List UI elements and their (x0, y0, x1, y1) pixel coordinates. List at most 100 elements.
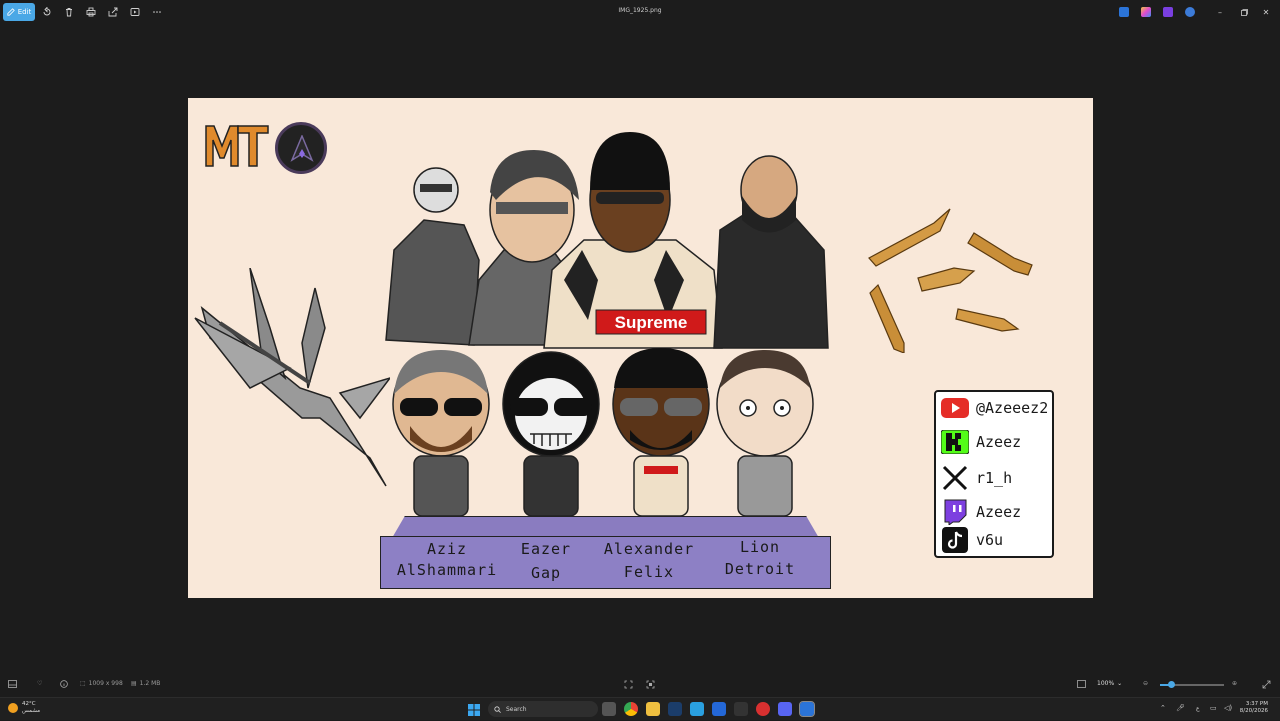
task-view-icon[interactable] (602, 702, 616, 716)
supreme-shirt-logo: Supreme (615, 313, 688, 332)
zoom-out-icon[interactable]: ⊖ (1143, 680, 1148, 687)
chevron-up-icon[interactable]: ⌃ (1160, 704, 1166, 712)
operator-name-last: AlShammari (396, 561, 498, 579)
edit-button[interactable]: Edit (3, 3, 35, 21)
ammo-illustration (868, 208, 1033, 353)
filmstrip-icon[interactable] (8, 680, 17, 688)
top-toolbar: Edit IMG_1925.png – ✕ (0, 0, 1280, 24)
social-handle: r1_h (976, 469, 1013, 487)
date: 8/20/2026 (1239, 708, 1268, 714)
mt-logo (205, 125, 269, 167)
discord-icon[interactable] (778, 702, 792, 716)
chevron-down-icon: ⌄ (1117, 680, 1123, 687)
zoom-slider-thumb[interactable] (1168, 681, 1176, 688)
social-handle: @Azeeez2 (976, 399, 1049, 417)
operator-name-first: Alexander (603, 540, 695, 558)
volume-icon[interactable]: ◁) (1224, 704, 1232, 712)
pedestal-top (392, 516, 819, 538)
operator-name-first: Lion (739, 538, 781, 556)
file-title: IMG_1925.png (618, 7, 662, 14)
weather-widget[interactable]: 42°C مشمس (8, 701, 40, 715)
social-handle: Azeez (976, 503, 1022, 521)
search-icon (494, 705, 501, 713)
weather-temp: 42°C (22, 701, 36, 707)
kick-icon (940, 429, 970, 455)
view-mode-icon[interactable] (1077, 680, 1086, 688)
chibi-figures-illustration (392, 348, 814, 530)
sun-icon (8, 703, 18, 713)
edit-button-label: Edit (17, 8, 32, 16)
zoom-slider[interactable] (1160, 681, 1224, 688)
x-icon (940, 465, 970, 491)
favorite-heart-icon[interactable]: ♡ (37, 680, 42, 687)
zoom-in-icon[interactable]: ⊕ (1232, 680, 1237, 687)
social-row-twitch: Azeez (940, 498, 1021, 526)
zoom-dropdown[interactable]: 100% ⌄ (1097, 680, 1122, 687)
delete-icon[interactable] (63, 6, 75, 18)
zoom-level: 100% (1097, 680, 1115, 687)
tiktok-icon (940, 527, 970, 553)
time: 3:37 PM (1245, 701, 1268, 707)
copilot-app-icon[interactable] (1141, 7, 1151, 17)
info-icon[interactable] (60, 680, 68, 688)
social-links-card: @Azeeez2 Azeez r1_h Azeez v6u (934, 390, 1054, 558)
team-emblem (275, 122, 327, 174)
clock[interactable]: 3:37 PM 8/20/2026 (1236, 701, 1268, 715)
file-size-text: 1.2 MB (139, 680, 161, 687)
pencil-icon (7, 8, 15, 16)
social-row-tiktok: v6u (940, 526, 1003, 554)
image-dimensions: ⬚ 1009 x 998 (80, 680, 123, 687)
operator-name-last: Detroit (724, 560, 796, 578)
rotate-icon[interactable] (41, 6, 53, 18)
youtube-icon (940, 395, 970, 421)
slideshow-icon[interactable] (129, 6, 141, 18)
operator-name-first: Aziz (426, 540, 468, 558)
more-options-icon[interactable] (151, 6, 163, 18)
social-row-x: r1_h (940, 464, 1012, 492)
mail-icon[interactable] (712, 702, 726, 716)
photos-icon[interactable] (799, 701, 815, 717)
dimensions-text: 1009 x 998 (88, 680, 123, 687)
fit-to-window-icon[interactable] (624, 680, 633, 689)
file-explorer-icon[interactable] (646, 702, 660, 716)
designer-app-icon[interactable] (1119, 7, 1129, 17)
twitch-icon (940, 499, 970, 525)
image-canvas: Supreme Aziz AlShammari Eazer Gap Alexan… (188, 98, 1093, 598)
share-icon[interactable] (107, 6, 119, 18)
app-icon[interactable] (756, 702, 770, 716)
windows-start-icon[interactable] (467, 702, 481, 716)
dimensions-icon: ⬚ (80, 680, 86, 687)
app-icon[interactable] (734, 702, 748, 716)
social-row-youtube: @Azeeez2 (940, 394, 1048, 422)
operator-name-last: Gap (530, 564, 562, 582)
maximize-icon[interactable] (1237, 5, 1251, 19)
file-size-icon: ▤ (131, 680, 137, 687)
operator-name-last: Felix (623, 563, 675, 581)
file-size: ▤ 1.2 MB (131, 680, 160, 687)
fighter-jet-illustration (194, 268, 390, 487)
social-handle: Azeez (976, 433, 1022, 451)
photos-app-window: Edit IMG_1925.png – ✕ Supreme Aziz AlSha… (0, 0, 1280, 697)
search-placeholder: Search (506, 705, 527, 713)
store-icon[interactable] (690, 702, 704, 716)
operators-illustration: Supreme (385, 132, 829, 349)
minimize-icon[interactable]: – (1213, 5, 1227, 19)
steam-icon[interactable] (668, 702, 682, 716)
chrome-icon[interactable] (624, 702, 638, 716)
name-pedestal: Aziz AlShammari Eazer Gap Alexander Feli… (380, 516, 831, 590)
actual-size-icon[interactable] (646, 680, 655, 689)
onedrive-icon[interactable] (1185, 7, 1195, 17)
status-bar: ♡ ⬚ 1009 x 998 ▤ 1.2 MB 100% ⌄ ⊖ ⊕ (0, 674, 1280, 696)
close-icon[interactable]: ✕ (1259, 5, 1273, 19)
network-icon[interactable]: ▭ (1210, 704, 1217, 712)
social-row-kick: Azeez (940, 428, 1021, 456)
social-handle: v6u (976, 531, 1004, 549)
print-icon[interactable] (85, 6, 97, 18)
clipchamp-app-icon[interactable] (1163, 7, 1173, 17)
weather-desc: مشمس (22, 708, 41, 714)
language-indicator[interactable]: ع (1196, 705, 1200, 712)
taskbar-search[interactable]: Search (488, 701, 598, 717)
windows-taskbar: 42°C مشمس Search ⌃ 🎤︎ ع ▭ ◁) 3:37 PM 8/2… (0, 697, 1280, 720)
microphone-icon[interactable]: 🎤︎ (1176, 704, 1185, 712)
fullscreen-icon[interactable] (1262, 680, 1271, 689)
